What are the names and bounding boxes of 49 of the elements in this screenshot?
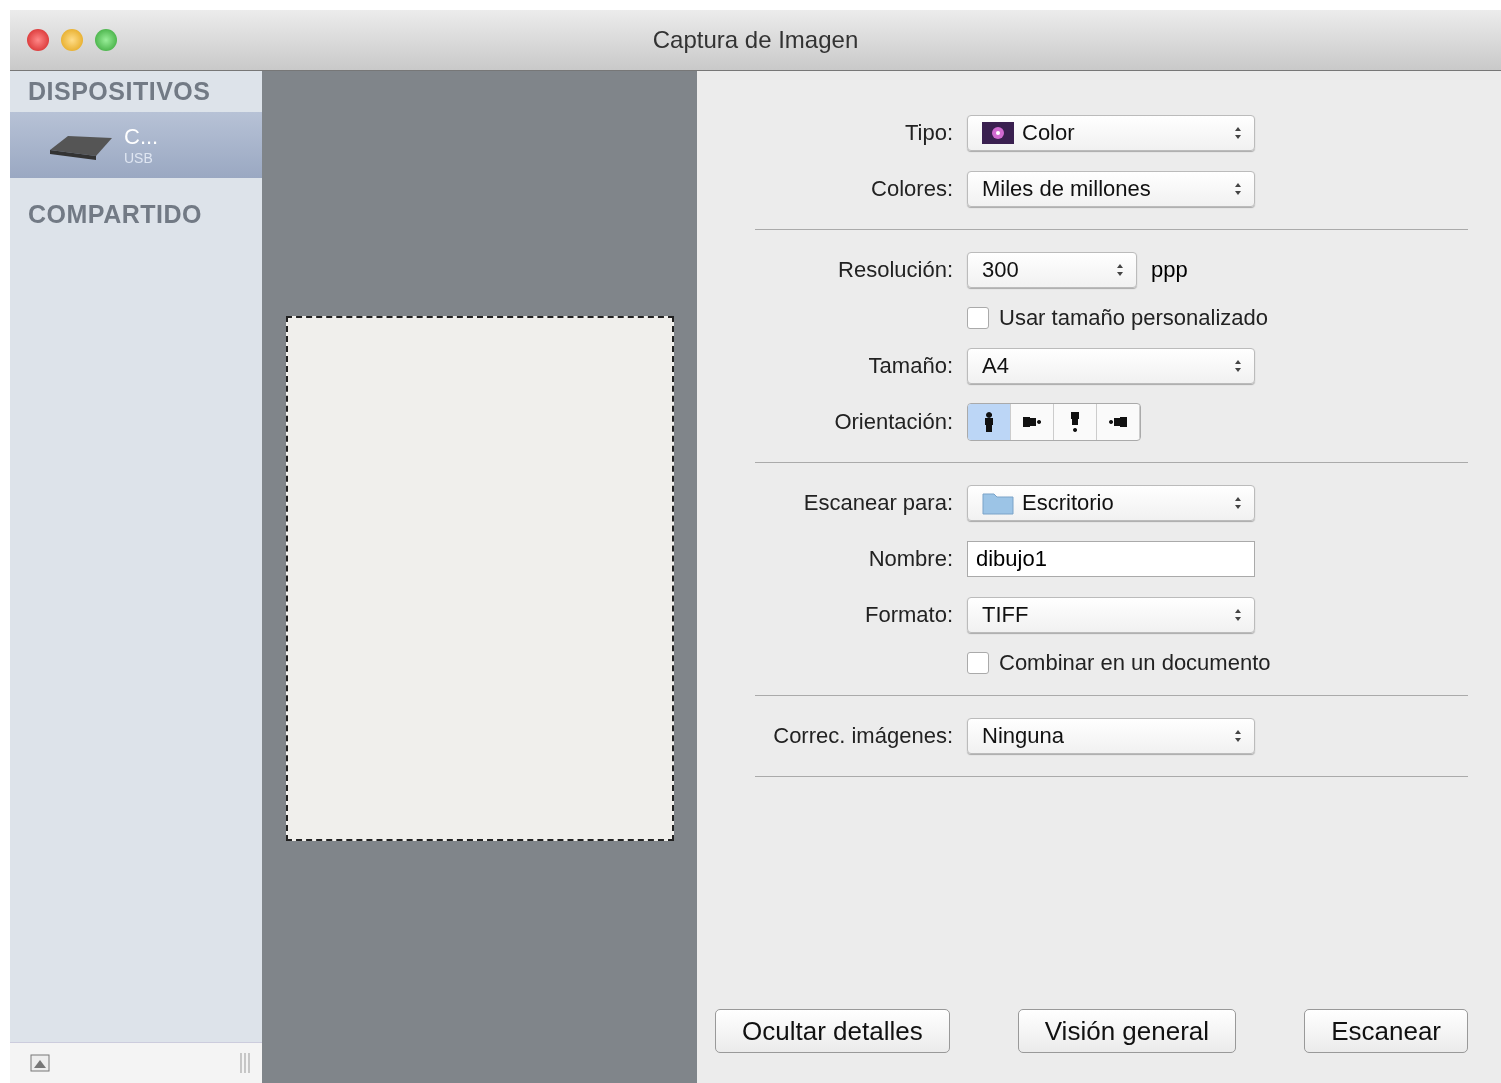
device-name: C... [124,124,159,150]
close-button[interactable] [27,29,49,51]
checkbox[interactable] [967,307,989,329]
updown-arrows-icon [1234,358,1242,374]
action-button[interactable]: Ocultar detalles [715,1009,950,1053]
action-button[interactable]: Visión general [1017,1009,1237,1053]
field-label: Colores: [870,176,953,202]
popup-button[interactable]: 300 [967,252,1137,288]
sidebar-heading: COMPARTIDO [27,199,203,230]
checkbox-label: Combinar en un documento [999,650,1271,676]
popup-button[interactable]: Miles de millones [967,171,1255,207]
image-icon[interactable] [30,1054,50,1072]
popup-button[interactable]: TIFF [967,597,1255,633]
sidebar-heading: DISPOSITIVOS [27,76,212,107]
flower-icon [982,122,1014,144]
checkbox-label: Usar tamaño personalizado [999,305,1269,331]
orientation-segment[interactable] [968,404,1011,440]
resize-handle-icon[interactable] [240,1053,250,1073]
popup-button[interactable]: Escritorio [967,485,1255,521]
orientation-control[interactable] [967,403,1141,441]
device-connection: USB [124,150,154,166]
zoom-button[interactable] [95,29,117,51]
action-button[interactable]: Escanear [1304,1009,1468,1053]
window-title: Captura de Imagen [652,26,859,53]
field-label: Escanear para: [802,490,953,516]
field-label: Tipo: [903,120,953,146]
portrait-person-icon [1070,412,1080,432]
updown-arrows-icon [1234,125,1242,141]
field-label: Resolución: [837,257,953,283]
unit-label: ppp [1151,257,1188,283]
field-label: Nombre: [867,546,953,572]
updown-arrows-icon [1116,262,1124,278]
checkbox[interactable] [967,652,989,674]
updown-arrows-icon [1234,495,1242,511]
updown-arrows-icon [1234,181,1242,197]
portrait-person-icon [984,412,994,432]
popup-button[interactable]: Ninguna [967,718,1255,754]
field-label: Correc. imágenes: [772,723,953,749]
field-label: Tamaño: [867,353,953,379]
name-field[interactable]: dibujo1 [967,541,1255,577]
landscape-person-icon [1023,417,1041,427]
updown-arrows-icon [1234,728,1242,744]
field-label: Formato: [863,602,953,628]
folder-icon [982,491,1014,515]
field-label: Orientación: [833,409,953,435]
updown-arrows-icon [1234,607,1242,623]
popup-button[interactable]: Color [967,115,1255,151]
popup-button[interactable]: A4 [967,348,1255,384]
landscape-person-icon [1109,417,1127,427]
